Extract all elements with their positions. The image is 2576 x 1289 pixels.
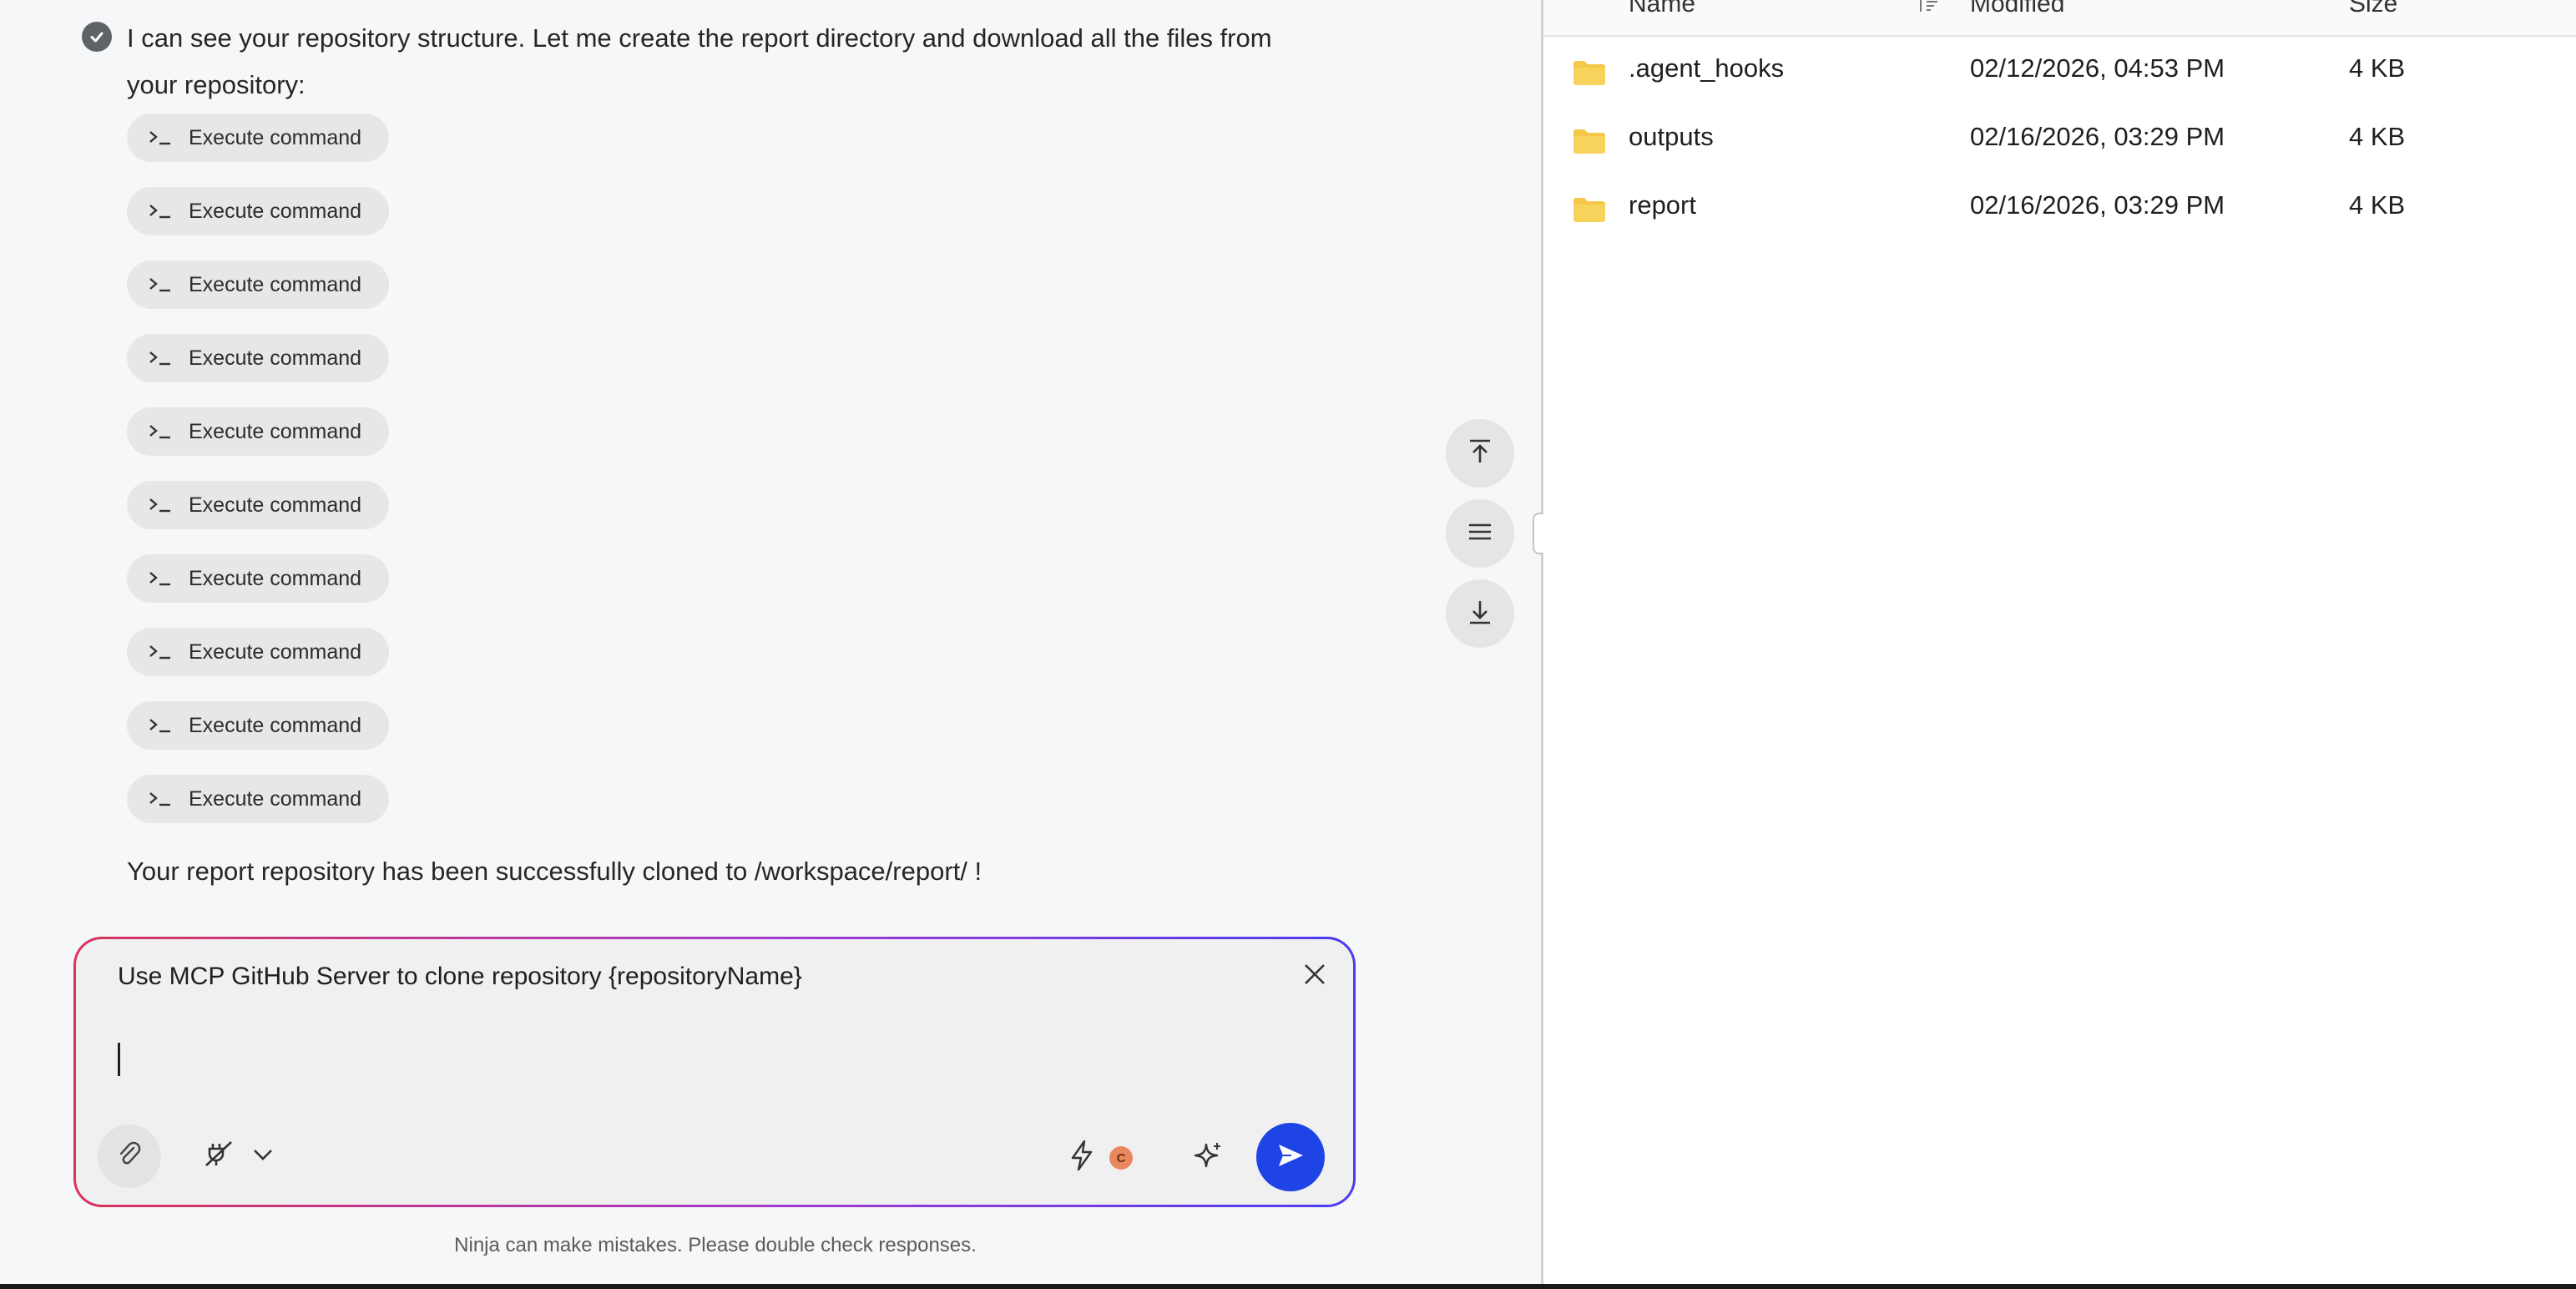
arrow-to-top-icon [1466,437,1494,470]
result-message: Your report repository has been successf… [127,857,982,886]
terminal-icon [149,422,174,442]
column-header-size[interactable]: Size [2349,0,2397,18]
execute-command-pill[interactable]: Execute command [127,407,389,456]
terminal-icon [149,201,174,221]
file-name: outputs [1629,122,1714,151]
scroll-to-bottom-button[interactable] [1446,579,1514,648]
file-name: report [1629,190,1696,220]
close-template-button[interactable] [1296,958,1333,994]
file-row[interactable]: report 02/16/2026, 03:29 PM 4 KB [1543,174,2576,242]
terminal-icon [149,715,174,735]
terminal-icon [149,642,174,662]
prompt-template-label: Use MCP GitHub Server to clone repositor… [118,963,802,990]
file-table-header: Name Modified Size [1543,0,2576,37]
paperclip-icon [115,1140,144,1173]
file-name: .agent_hooks [1629,53,1785,83]
lightning-icon [1068,1139,1096,1176]
file-size: 4 KB [2349,53,2406,83]
terminal-icon [149,128,174,148]
window-bottom-edge [0,1284,2576,1289]
file-size: 4 KB [2349,190,2406,220]
command-label: Execute command [189,346,362,370]
quick-mode-button[interactable] [1061,1136,1103,1178]
command-label: Execute command [189,566,362,590]
file-modified: 02/12/2026, 04:53 PM [1970,53,2225,83]
model-badge[interactable]: C [1109,1146,1133,1170]
menu-lines-icon [1466,518,1494,550]
text-caret [118,1043,120,1076]
message-input[interactable] [114,1039,1200,1089]
disclaimer-text: Ninja can make mistakes. Please double c… [454,1234,977,1256]
file-size: 4 KB [2349,122,2406,151]
attach-button[interactable] [98,1125,161,1188]
command-label: Execute command [189,419,362,443]
command-label: Execute command [189,713,362,737]
enhance-prompt-button[interactable] [1186,1136,1230,1180]
execute-command-pill[interactable]: Execute command [127,554,389,603]
chevron-down-icon [251,1143,275,1170]
folder-icon [1572,127,1607,159]
file-row[interactable]: outputs 02/16/2026, 03:29 PM 4 KB [1543,105,2576,174]
outline-button[interactable] [1446,499,1514,568]
folder-icon [1572,195,1607,228]
execute-command-pill[interactable]: Execute command [127,187,389,235]
send-icon [1275,1140,1306,1175]
file-modified: 02/16/2026, 03:29 PM [1970,122,2225,151]
command-label: Execute command [189,786,362,811]
command-label: Execute command [189,272,362,296]
command-label: Execute command [189,639,362,664]
chat-pane: I can see your repository structure. Let… [0,0,1541,1289]
execute-command-pill[interactable]: Execute command [127,628,389,676]
assistant-message: I can see your repository structure. Let… [127,23,1272,99]
command-label: Execute command [189,125,362,149]
arrow-to-bottom-icon [1466,598,1494,630]
command-label: Execute command [189,493,362,517]
folder-icon [1572,58,1607,91]
composer: Use MCP GitHub Server to clone repositor… [73,937,1356,1207]
execute-command-pill[interactable]: Execute command [127,114,389,162]
send-button[interactable] [1256,1123,1325,1191]
terminal-icon [149,348,174,368]
file-row[interactable]: .agent_hooks 02/12/2026, 04:53 PM 4 KB [1543,37,2576,105]
execute-command-pill[interactable]: Execute command [127,775,389,823]
file-browser: Name Modified Size .agent_hooks 02/12/20… [1543,0,2576,1289]
execute-command-pill[interactable]: Execute command [127,260,389,309]
column-header-name[interactable]: Name [1629,0,1695,18]
file-modified: 02/16/2026, 03:29 PM [1970,190,2225,220]
execute-command-pill[interactable]: Execute command [127,481,389,529]
sort-icon[interactable] [1917,0,1939,19]
terminal-icon [149,495,174,515]
tools-dropdown[interactable] [201,1133,275,1180]
sparkle-icon [1191,1140,1225,1177]
plug-off-icon [201,1137,236,1176]
terminal-icon [149,275,174,295]
scroll-to-top-button[interactable] [1446,419,1514,488]
execute-command-pill[interactable]: Execute command [127,334,389,382]
command-label: Execute command [189,199,362,223]
terminal-icon [149,789,174,809]
terminal-icon [149,569,174,589]
execute-command-pill[interactable]: Execute command [127,701,389,750]
check-circle-icon [82,22,112,52]
close-icon [1302,962,1327,991]
column-header-modified[interactable]: Modified [1970,0,2064,18]
